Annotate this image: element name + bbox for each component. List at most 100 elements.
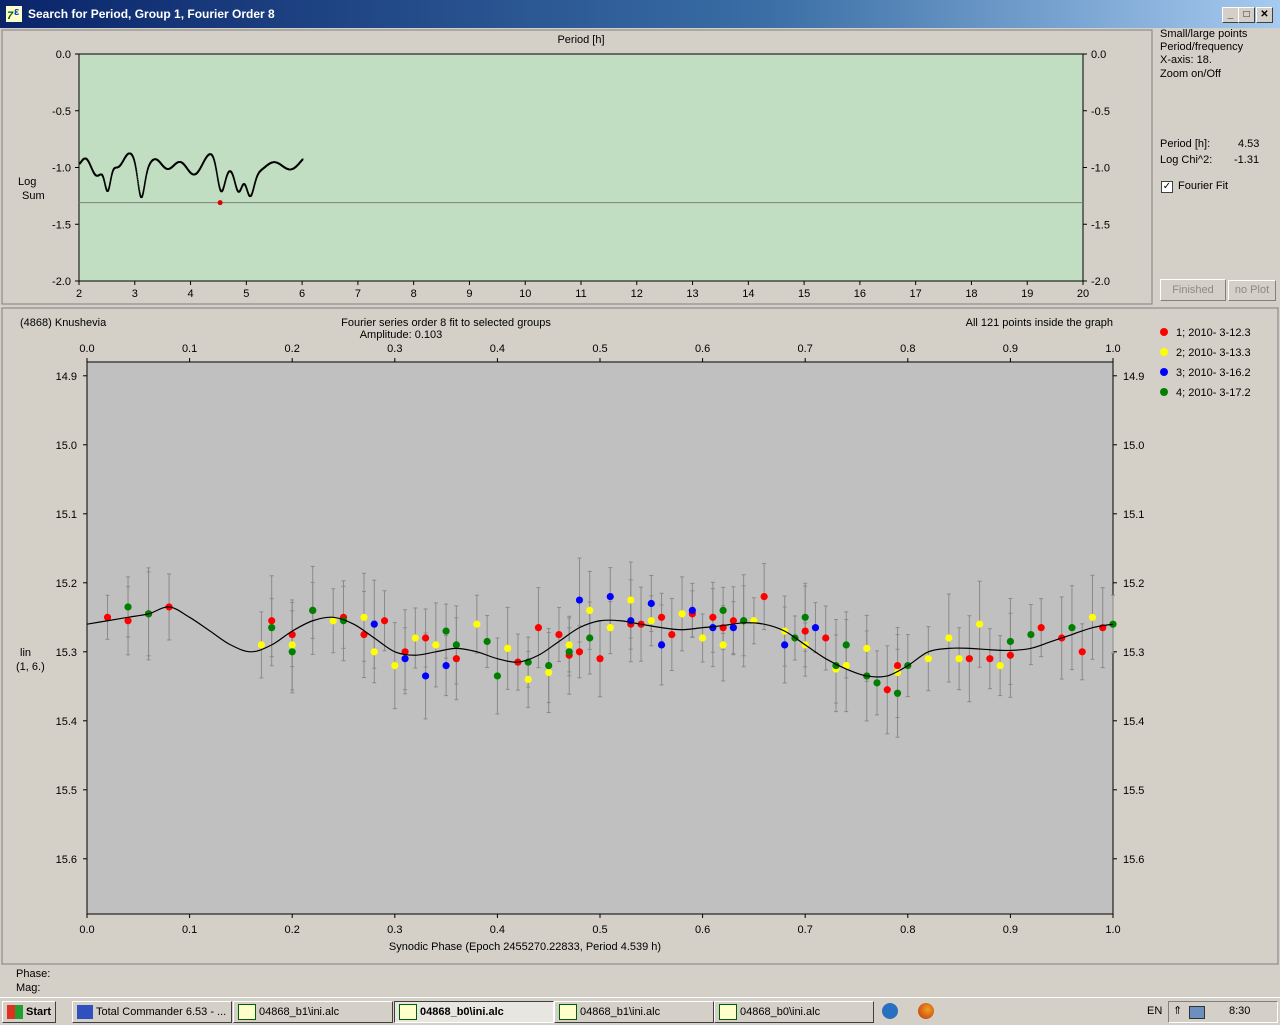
periodogram-point: [135, 168, 137, 170]
mag-readout: Mag:: [16, 982, 41, 994]
start-button[interactable]: Start: [2, 1001, 56, 1023]
period-ytick-label: -2.0: [1091, 276, 1110, 288]
task-window-4[interactable]: 04868_b0\ini.alc: [714, 1001, 874, 1023]
lc-ytick-label: 15.1: [1123, 509, 1144, 521]
fourier-fit-checkbox[interactable]: ✓: [1161, 181, 1173, 193]
option-small-large-points[interactable]: Small/large points: [1160, 28, 1247, 40]
app-logo-icon: [719, 1004, 737, 1021]
data-point: [760, 593, 768, 601]
data-point: [657, 613, 666, 621]
svg-text:ε: ε: [14, 6, 20, 18]
periodogram-point: [144, 178, 147, 181]
lc-xtick-label: 0.1: [182, 343, 197, 355]
data-point: [360, 613, 368, 621]
data-point: [432, 641, 440, 649]
periodogram-point: [136, 179, 139, 182]
tray-expand-icon[interactable]: ⇑: [1173, 1004, 1182, 1017]
lightcurve-ylabel: lin: [20, 647, 31, 659]
task-window-1[interactable]: 04868_b1\ini.alc: [233, 1001, 393, 1023]
lightcurve-chart[interactable]: (4868) Knushevia Fourier series order 8 f…: [0, 306, 1280, 966]
task-total-commander[interactable]: Total Commander 6.53 - ...: [72, 1001, 232, 1023]
periodogram-point: [137, 186, 140, 189]
data-point: [534, 624, 543, 632]
periodogram-point: [136, 176, 139, 178]
data-point: [945, 634, 953, 642]
data-point: [955, 655, 963, 663]
data-point: [719, 606, 727, 614]
lightcurve-ylabel: (1, 6.): [16, 661, 45, 673]
data-point: [586, 634, 594, 642]
legend-label: 2; 2010- 3-13.3: [1176, 347, 1251, 359]
lc-xtick-label: 0.0: [79, 343, 94, 355]
network-icon[interactable]: [1189, 1006, 1205, 1019]
period-xtick-label: 17: [910, 288, 922, 300]
quicklaunch-icon[interactable]: [882, 1003, 898, 1019]
period-plot-area: [78, 53, 1084, 282]
data-point: [729, 624, 737, 632]
data-point: [627, 596, 635, 604]
language-indicator[interactable]: EN: [1147, 1005, 1162, 1017]
periodogram-point: [134, 166, 137, 169]
data-point: [863, 644, 871, 652]
periodogram-point: [137, 185, 140, 187]
task-window-3[interactable]: 04868_b1\ini.alc: [554, 1001, 714, 1023]
finished-button[interactable]: Finished: [1160, 279, 1226, 301]
firefox-icon[interactable]: [918, 1003, 934, 1019]
period-chart[interactable]: Period [h] Log Sum 2 3 4 5 6 7 8 9 10 11 12 13 14 15 16 17…: [0, 28, 1156, 306]
period-xtick-label: 8: [411, 288, 417, 300]
lc-xtick-label: 1.0: [1105, 343, 1120, 355]
data-point: [1068, 624, 1076, 632]
data-point: [688, 606, 696, 614]
data-point: [268, 624, 276, 632]
lc-ytick-label: 15.6: [56, 854, 77, 866]
data-point: [411, 634, 419, 642]
maximize-button[interactable]: □: [1238, 7, 1255, 23]
lc-ytick-label: 15.4: [56, 716, 77, 728]
period-xtick-label: 19: [1021, 288, 1033, 300]
clock[interactable]: 8:30: [1229, 1005, 1250, 1017]
logchi-value: -1.31: [1234, 154, 1260, 166]
period-ytick-label: 0.0: [56, 49, 71, 61]
option-zoom[interactable]: Zoom on/Off: [1160, 68, 1221, 80]
periodogram-point: [217, 179, 219, 182]
periodogram-point: [144, 182, 146, 185]
option-x-axis[interactable]: X-axis: 18.: [1160, 54, 1212, 66]
data-point: [575, 596, 584, 604]
data-point: [647, 599, 655, 608]
close-button[interactable]: ✕: [1256, 7, 1273, 23]
no-plot-button[interactable]: no Plot: [1228, 280, 1276, 301]
data-point: [545, 668, 553, 677]
periodogram-point: [138, 189, 141, 192]
minimize-button[interactable]: _: [1222, 7, 1239, 23]
data-point: [678, 610, 686, 618]
data-point: [555, 630, 563, 639]
periodogram-point: [143, 184, 146, 187]
periodogram-point: [143, 187, 145, 189]
periodogram-point: [135, 169, 138, 172]
lc-xtick-label: 0.7: [798, 924, 813, 936]
period-xtick-label: 14: [742, 288, 754, 300]
lc-xtick-label: 0.6: [695, 343, 710, 355]
period-chart-title: Period [h]: [557, 34, 604, 46]
lc-ytick-label: 15.5: [1123, 785, 1144, 797]
lc-xtick-label: 0.4: [490, 924, 505, 936]
data-point: [401, 655, 409, 663]
app-logo-icon: [399, 1004, 417, 1021]
lc-xtick-label: 0.4: [490, 343, 505, 355]
period-xtick-label: 15: [798, 288, 810, 300]
fourier-fit-label[interactable]: Fourier Fit: [1178, 180, 1228, 192]
selected-period-marker: [217, 200, 223, 206]
system-tray: ⇑ 8:30: [1168, 1001, 1278, 1023]
task-window-2[interactable]: 04868_b0\ini.alc: [394, 1001, 554, 1023]
window-titlebar[interactable]: 7 ε Search for Period, Group 1, Fourier …: [0, 0, 1280, 28]
app-logo-icon: [238, 1004, 256, 1021]
lc-ytick-label: 15.3: [56, 647, 77, 659]
period-ytick-label: -1.0: [1091, 163, 1110, 175]
option-period-frequency[interactable]: Period/frequency: [1160, 41, 1243, 53]
period-ytick-label: 0.0: [1091, 49, 1106, 61]
legend-label: 3; 2010- 3-16.2: [1176, 367, 1251, 379]
app-logo-icon: [559, 1004, 577, 1021]
lc-xtick-label: 0.6: [695, 924, 710, 936]
lc-xtick-label: 0.9: [1003, 924, 1018, 936]
data-point: [1027, 630, 1035, 639]
